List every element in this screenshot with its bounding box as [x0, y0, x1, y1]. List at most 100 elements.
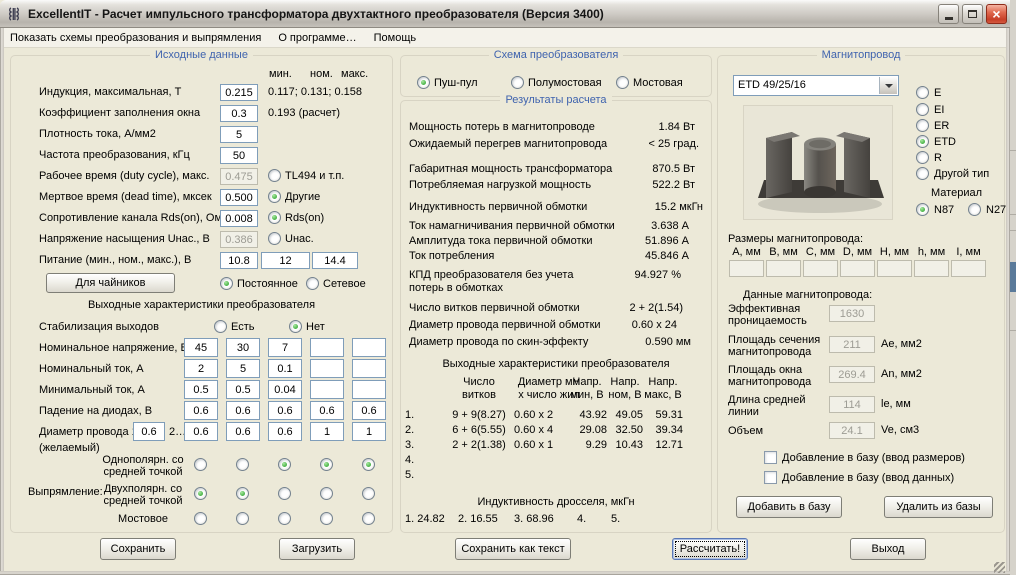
- result-label: Ток потребления: [409, 250, 494, 263]
- radio-others[interactable]: [268, 190, 281, 203]
- radio-label-n87: N87: [934, 204, 954, 217]
- current-ch3-input[interactable]: [268, 359, 302, 378]
- current-density-input[interactable]: [220, 126, 258, 143]
- radio-rect-bridge-ch3[interactable]: [278, 512, 291, 525]
- result-label: Потребляемая нагрузкой мощность: [409, 179, 591, 192]
- rectification-label: Выпрямление:: [28, 486, 103, 499]
- diode-drop-ch4-input[interactable]: [310, 401, 344, 420]
- radio-rect-unipolar-ch2[interactable]: [236, 458, 249, 471]
- radio-push-pull[interactable]: [417, 76, 430, 89]
- rds-on-input[interactable]: [220, 210, 258, 227]
- group-initial-data: Исходные данные мин. ном. макс. Индукция…: [10, 55, 393, 533]
- radio-rds-on[interactable]: [268, 211, 281, 224]
- min-current-ch4-input[interactable]: [310, 380, 344, 399]
- checkbox-add-data[interactable]: [764, 471, 777, 484]
- voltage-ch5-input[interactable]: [352, 338, 386, 357]
- menu-item-help[interactable]: Помощь: [372, 30, 419, 46]
- save-as-text-button[interactable]: Сохранить как текст: [455, 538, 571, 560]
- load-button[interactable]: Загрузить: [279, 538, 355, 560]
- radio-stab-no[interactable]: [289, 320, 302, 333]
- radio-rect-bipolar-ch1[interactable]: [194, 487, 207, 500]
- field-note: 0.117; 0.131; 0.158: [268, 86, 362, 99]
- voltage-ch4-input[interactable]: [310, 338, 344, 357]
- close-button[interactable]: ×: [986, 4, 1007, 24]
- wire-diameter-ch2-input[interactable]: [226, 422, 260, 441]
- titlebar[interactable]: ExcellentIT - Расчет импульсного трансфо…: [0, 0, 1016, 28]
- chevron-down-icon[interactable]: [879, 77, 897, 94]
- radio-unas[interactable]: [268, 232, 281, 245]
- core-type-combobox[interactable]: ETD 49/25/16: [733, 75, 899, 96]
- radio-mains-supply[interactable]: [306, 277, 319, 290]
- voltage-ch2-input[interactable]: [226, 338, 260, 357]
- supply-min-input[interactable]: [220, 252, 258, 269]
- wire-diameter-ch5-input[interactable]: [352, 422, 386, 441]
- radio-rect-unipolar-ch4[interactable]: [320, 458, 333, 471]
- exit-button[interactable]: Выход: [850, 538, 926, 560]
- radio-rect-bipolar-ch2[interactable]: [236, 487, 249, 500]
- min-current-ch3-input[interactable]: [268, 380, 302, 399]
- radio-rect-bipolar-ch4[interactable]: [320, 487, 333, 500]
- current-ch4-input[interactable]: [310, 359, 344, 378]
- beginners-button[interactable]: Для чайников: [46, 273, 175, 293]
- size-col-label: А, мм: [729, 246, 764, 259]
- radio-core-ei[interactable]: [916, 103, 929, 116]
- diode-drop-ch5-input[interactable]: [352, 401, 386, 420]
- diode-drop-ch3-input[interactable]: [268, 401, 302, 420]
- radio-core-er[interactable]: [916, 119, 929, 132]
- radio-rect-bridge-ch1[interactable]: [194, 512, 207, 525]
- radio-core-r[interactable]: [916, 151, 929, 164]
- current-ch2-input[interactable]: [226, 359, 260, 378]
- radio-core-other[interactable]: [916, 167, 929, 180]
- calculate-button[interactable]: Рассчитать!: [672, 538, 748, 560]
- radio-half-bridge[interactable]: [511, 76, 524, 89]
- group-title-results: Результаты расчета: [500, 94, 611, 106]
- radio-rect-unipolar-ch3[interactable]: [278, 458, 291, 471]
- radio-material-n87[interactable]: [916, 203, 929, 216]
- radio-bridge[interactable]: [616, 76, 629, 89]
- field-label: Напряжение насыщения Uнас., В: [39, 233, 210, 246]
- current-ch1-input[interactable]: [184, 359, 218, 378]
- radio-rect-bipolar-ch3[interactable]: [278, 487, 291, 500]
- radio-core-e[interactable]: [916, 86, 929, 99]
- menu-item-about[interactable]: О программе…: [276, 30, 358, 46]
- radio-rect-unipolar-ch5[interactable]: [362, 458, 375, 471]
- delete-from-database-button[interactable]: Удалить из базы: [884, 496, 993, 518]
- radio-rect-unipolar-ch1[interactable]: [194, 458, 207, 471]
- size-col-label: Н, мм: [877, 246, 912, 259]
- wire-diameter-ch3-input[interactable]: [268, 422, 302, 441]
- menu-item-show-schemes[interactable]: Показать схемы преобразования и выпрямле…: [8, 30, 263, 46]
- voltage-ch1-input[interactable]: [184, 338, 218, 357]
- current-ch5-input[interactable]: [352, 359, 386, 378]
- minimize-button[interactable]: [938, 4, 959, 24]
- diode-drop-ch2-input[interactable]: [226, 401, 260, 420]
- wire-diameter-first-input[interactable]: [133, 422, 165, 441]
- radio-dc-supply[interactable]: [220, 277, 233, 290]
- radio-rect-bridge-ch5[interactable]: [362, 512, 375, 525]
- radio-stab-yes[interactable]: [214, 320, 227, 333]
- wire-diameter-ch1-input[interactable]: [184, 422, 218, 441]
- supply-max-input[interactable]: [312, 252, 358, 269]
- fill-factor-input[interactable]: [220, 105, 258, 122]
- dead-time-input[interactable]: [220, 189, 258, 206]
- maximize-button[interactable]: [962, 4, 983, 24]
- save-button[interactable]: Сохранить: [100, 538, 176, 560]
- voltage-ch3-input[interactable]: [268, 338, 302, 357]
- radio-tl494[interactable]: [268, 169, 281, 182]
- min-current-ch1-input[interactable]: [184, 380, 218, 399]
- radio-material-n27[interactable]: [968, 203, 981, 216]
- radio-rect-bridge-ch4[interactable]: [320, 512, 333, 525]
- radio-rect-bipolar-ch5[interactable]: [362, 487, 375, 500]
- radio-rect-bridge-ch2[interactable]: [236, 512, 249, 525]
- resize-grip[interactable]: [994, 562, 1005, 573]
- add-to-database-button[interactable]: Добавить в базу: [736, 496, 842, 518]
- min-current-ch5-input[interactable]: [352, 380, 386, 399]
- frequency-input[interactable]: [220, 147, 258, 164]
- choke-value: 3. 68.96: [514, 513, 554, 526]
- min-current-ch2-input[interactable]: [226, 380, 260, 399]
- wire-diameter-ch4-input[interactable]: [310, 422, 344, 441]
- supply-nom-input[interactable]: [261, 252, 310, 269]
- induction-input[interactable]: [220, 84, 258, 101]
- radio-core-etd[interactable]: [916, 135, 929, 148]
- diode-drop-ch1-input[interactable]: [184, 401, 218, 420]
- checkbox-add-sizes[interactable]: [764, 451, 777, 464]
